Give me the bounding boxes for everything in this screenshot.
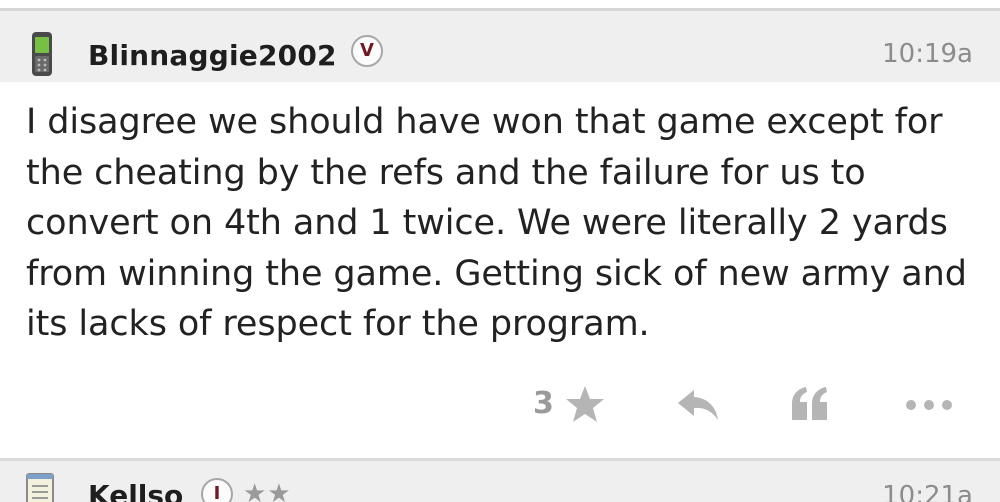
post-time: 10:21a — [882, 481, 973, 502]
post-header: Kellso I ★★ 10:21a — [0, 461, 1000, 502]
post-body: I disagree we should have won that game … — [26, 102, 967, 344]
user-badge: I — [201, 478, 233, 502]
more-options-icon[interactable] — [904, 398, 954, 412]
reply-icon[interactable] — [676, 388, 720, 422]
star-count: 3 — [533, 386, 554, 421]
post-actions: 3 — [0, 378, 1000, 434]
notepad-icon — [26, 473, 54, 502]
post-time: 10:19a — [882, 39, 973, 69]
username[interactable]: Blinnaggie2002 — [88, 39, 337, 72]
post-header: Blinnaggie2002 V 10:19a — [0, 11, 1000, 82]
user-badge: V — [351, 35, 383, 67]
username[interactable]: Kellso — [88, 479, 183, 502]
phone-icon — [32, 32, 52, 76]
rank-stars: ★★ — [243, 479, 292, 502]
star-icon[interactable] — [564, 384, 606, 424]
quote-icon[interactable] — [790, 386, 830, 422]
